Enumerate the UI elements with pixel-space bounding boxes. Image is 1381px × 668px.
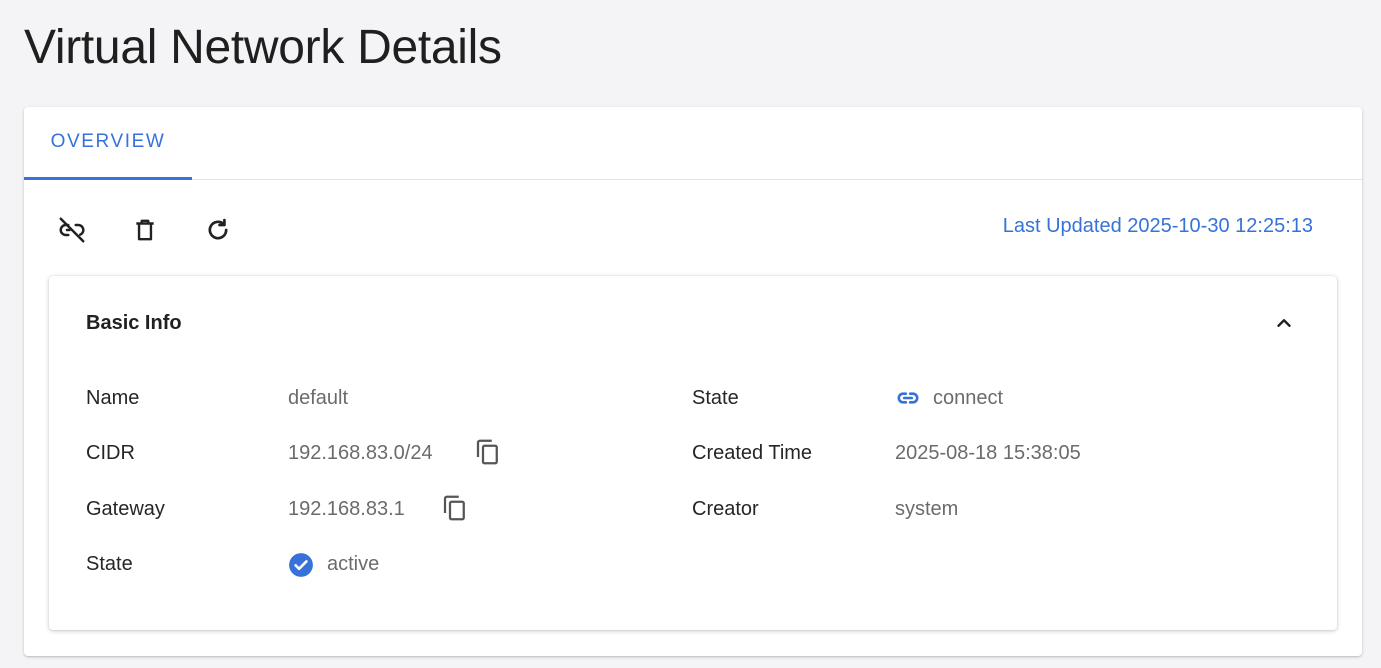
copy-icon [443,495,465,521]
creator-label: Creator [692,498,759,520]
trash-icon [136,219,154,241]
check-circle-icon [289,553,313,577]
tab-overview[interactable]: OVERVIEW [24,107,192,180]
state-label: State [86,553,133,575]
delete-button[interactable] [125,210,165,250]
connection-state-value: connect [933,387,1004,409]
page-title: Virtual Network Details [24,21,502,74]
link-off-icon [59,217,85,243]
refresh-button[interactable] [198,210,238,250]
name-label: Name [86,387,140,409]
gateway-value: 192.168.83.1 [288,498,405,520]
last-updated-text: Last Updated 2025-10-30 12:25:13 [1002,215,1313,237]
creator-value: system [895,498,959,520]
gateway-label: Gateway [86,498,165,520]
basic-info-panel: Basic Info Name default CIDR 192.168.83.… [49,276,1337,630]
link-icon [897,392,919,404]
cidr-value: 192.168.83.0/24 [288,442,433,464]
copy-gateway-button[interactable] [439,492,471,524]
copy-cidr-button[interactable] [472,436,504,468]
name-value: default [288,387,349,409]
collapse-button[interactable] [1269,308,1299,338]
basic-info-title: Basic Info [86,312,182,334]
chevron-up-icon [1277,319,1291,327]
copy-icon [476,439,498,465]
created-time-label: Created Time [692,442,813,464]
state-value: active [327,553,380,575]
created-time-value: 2025-08-18 15:38:05 [895,442,1081,464]
refresh-icon [208,218,228,240]
details-card: OVERVIEW Last Updated 2025-10-30 12:25:1… [24,107,1362,656]
connection-state-label: State [692,387,739,409]
cidr-label: CIDR [86,442,135,464]
disconnect-button[interactable] [52,210,92,250]
tab-bar: OVERVIEW [24,107,1362,180]
